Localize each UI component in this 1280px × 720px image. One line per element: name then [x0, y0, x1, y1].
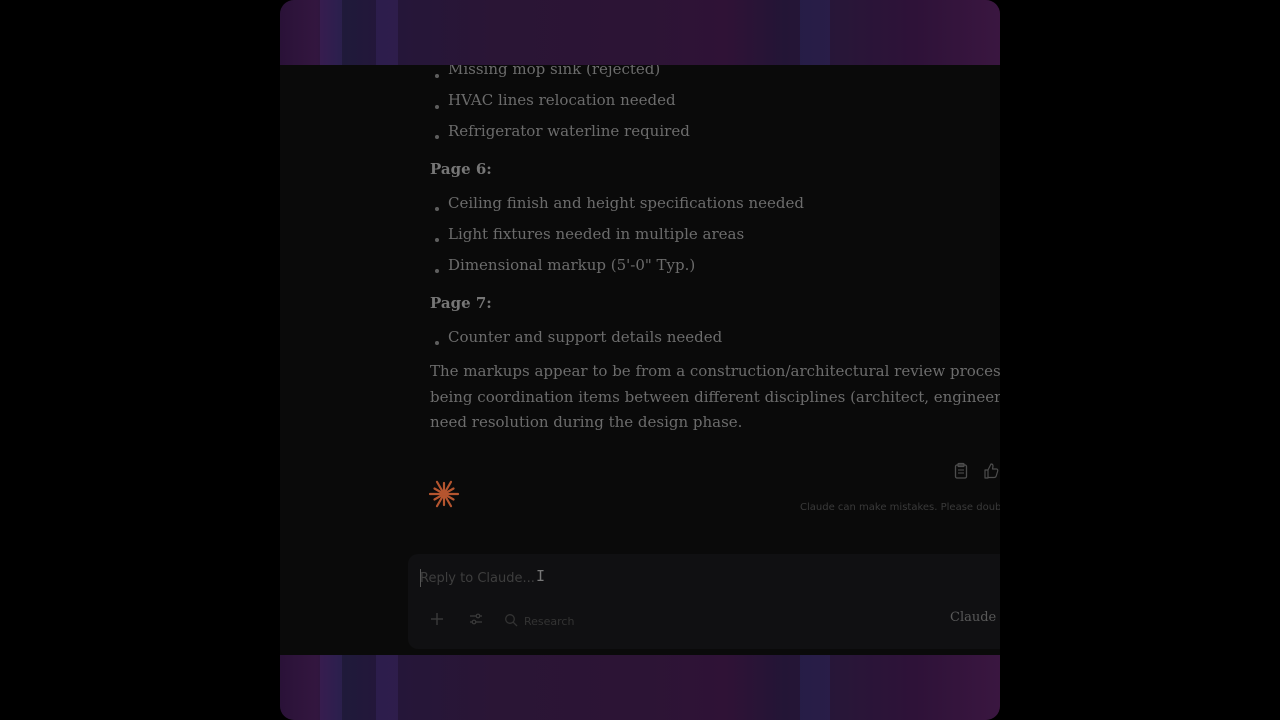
section-heading: Page 7:	[430, 294, 492, 312]
reply-input-placeholder[interactable]: Reply to Claude...	[420, 571, 535, 586]
research-label: Research	[524, 615, 575, 628]
list-item: Counter and support details needed	[448, 328, 723, 346]
section-heading: Page 6:	[430, 160, 492, 178]
research-button[interactable]: Research	[504, 612, 574, 631]
bullet-dot	[435, 105, 439, 109]
thumbs-up-icon[interactable]	[983, 462, 999, 480]
list-item: HVAC lines relocation needed	[448, 91, 676, 109]
model-selector[interactable]: Claude 3	[950, 610, 1000, 625]
summary-line: being coordination items between differe…	[430, 388, 1000, 406]
app-window: Missing mop sink (rejected) HVAC lines r…	[280, 0, 1000, 720]
chat-transcript: Missing mop sink (rejected) HVAC lines r…	[280, 65, 1000, 655]
summary-line: need resolution during the design phase.	[430, 413, 743, 431]
list-item: Dimensional markup (5'-0" Typ.)	[448, 256, 696, 274]
list-item: Light fixtures needed in multiple areas	[448, 225, 745, 243]
plus-icon[interactable]	[430, 612, 444, 630]
bottom-gradient-band	[280, 655, 1000, 720]
summary-line: The markups appear to be from a construc…	[430, 362, 1000, 380]
disclaimer-text: Claude can make mistakes. Please doub	[800, 502, 1000, 513]
search-icon	[504, 612, 518, 631]
bullet-dot	[435, 207, 439, 211]
claude-spark-logo	[428, 478, 460, 510]
bullet-dot	[435, 238, 439, 242]
list-item: Ceiling finish and height specifications…	[448, 194, 804, 212]
bullet-dot	[435, 135, 439, 139]
list-item: Missing mop sink (rejected)	[448, 65, 661, 78]
bullet-dot	[435, 74, 439, 78]
bullet-dot	[435, 341, 439, 345]
clipboard-icon[interactable]	[953, 462, 969, 480]
top-gradient-band	[280, 0, 1000, 65]
list-item: Refrigerator waterline required	[448, 122, 690, 140]
text-cursor-icon: I	[536, 567, 546, 585]
reply-composer[interactable]: Reply to Claude... I Research Claude 3	[408, 554, 1000, 649]
sliders-icon[interactable]	[469, 612, 483, 630]
bullet-dot	[435, 269, 439, 273]
